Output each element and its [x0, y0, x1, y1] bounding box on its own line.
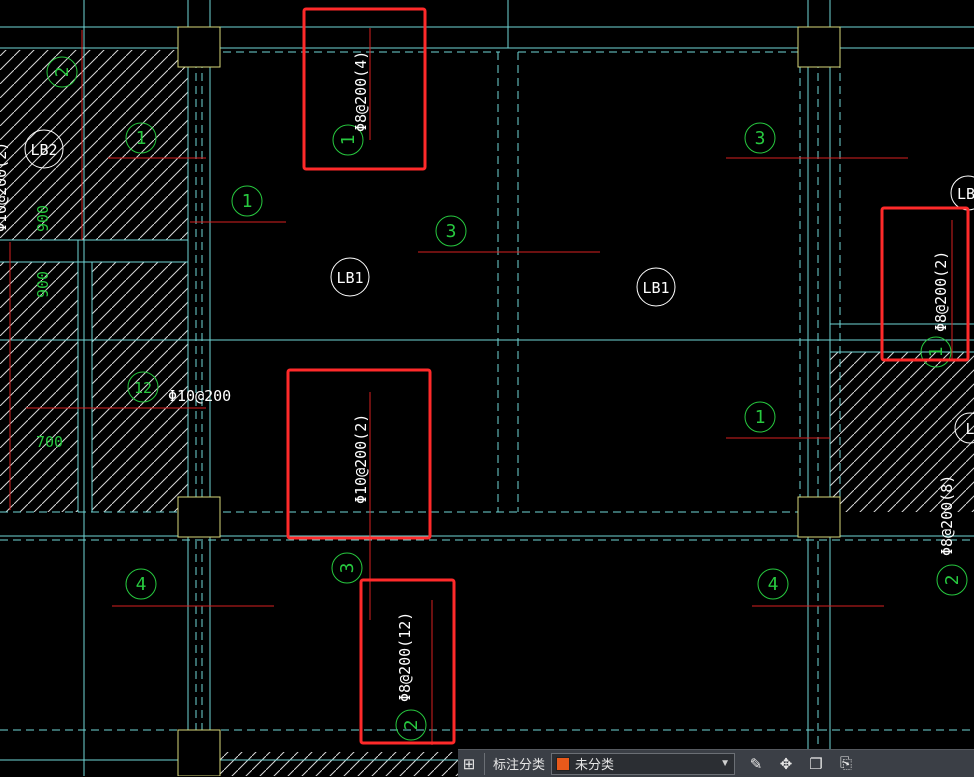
- slab-tag-lb1: LB1: [642, 279, 669, 297]
- columns: [177, 26, 841, 776]
- circle-label: 1: [242, 191, 253, 212]
- circle-label: 2: [942, 575, 963, 586]
- edit-icon[interactable]: ✎: [745, 753, 767, 775]
- category-value: 未分类: [575, 757, 615, 772]
- rebar-text-bottom: Φ8@200(12): [396, 612, 414, 702]
- circle-label: 4: [136, 574, 147, 595]
- circle-label: 2: [401, 720, 422, 731]
- slab-tag-edge: LB: [957, 185, 974, 203]
- circle-label: 1: [926, 347, 947, 358]
- annotation-toolbar: ⊞ 标注分类 未分类 ▼ ✎ ✥ ❐ ⎘: [458, 749, 974, 777]
- circle-label: 12: [134, 379, 152, 397]
- circle-label: 4: [768, 574, 779, 595]
- paste-icon[interactable]: ⎘: [835, 753, 857, 775]
- dimension-900: 900: [34, 205, 52, 232]
- circle-label: 3: [446, 221, 457, 242]
- dimension-900: 900: [34, 271, 52, 298]
- rebar-text-far-right: Φ8@200(8): [938, 475, 956, 556]
- circle-label: 1: [136, 128, 147, 149]
- hatched-regions: [0, 50, 974, 776]
- dimension-700: 700: [36, 433, 63, 451]
- chevron-down-icon: ▼: [720, 758, 731, 769]
- circle-label: 3: [337, 563, 358, 574]
- category-dropdown[interactable]: 未分类 ▼: [551, 752, 736, 775]
- slab-tag-lb1: LB1: [336, 269, 363, 287]
- circle-label: 1: [755, 407, 766, 428]
- rebar-text-far-left: Φ10@200(2): [0, 142, 10, 232]
- move-icon[interactable]: ✥: [775, 753, 797, 775]
- circle-label: 3: [755, 128, 766, 149]
- annotation-category-label: 标注分类: [493, 757, 546, 772]
- rebar-text-right: Φ8@200(2): [932, 251, 950, 332]
- rebar-text-mid: Φ10@200(2): [352, 414, 370, 504]
- toolbar-separator: [484, 752, 485, 775]
- slab-tag-lb2: LB2: [30, 141, 57, 159]
- copy-icon[interactable]: ❐: [805, 753, 827, 775]
- slab-tag-edge: L: [965, 420, 974, 438]
- category-color-swatch: [556, 756, 571, 771]
- cad-drawing-canvas[interactable]: 2 1 1 1 1 1 3 3 3 4 4 12 2 2 LB2 LB1 LB1…: [0, 0, 974, 776]
- rebar-text-horizontal: Φ10@200: [168, 387, 231, 405]
- rebar-text-top: Φ8@200(4): [352, 51, 370, 132]
- circle-label: 2: [52, 67, 73, 78]
- group-icon[interactable]: ⊞: [458, 753, 480, 775]
- highlight-box-right: [880, 206, 970, 362]
- circle-label: 1: [338, 135, 359, 146]
